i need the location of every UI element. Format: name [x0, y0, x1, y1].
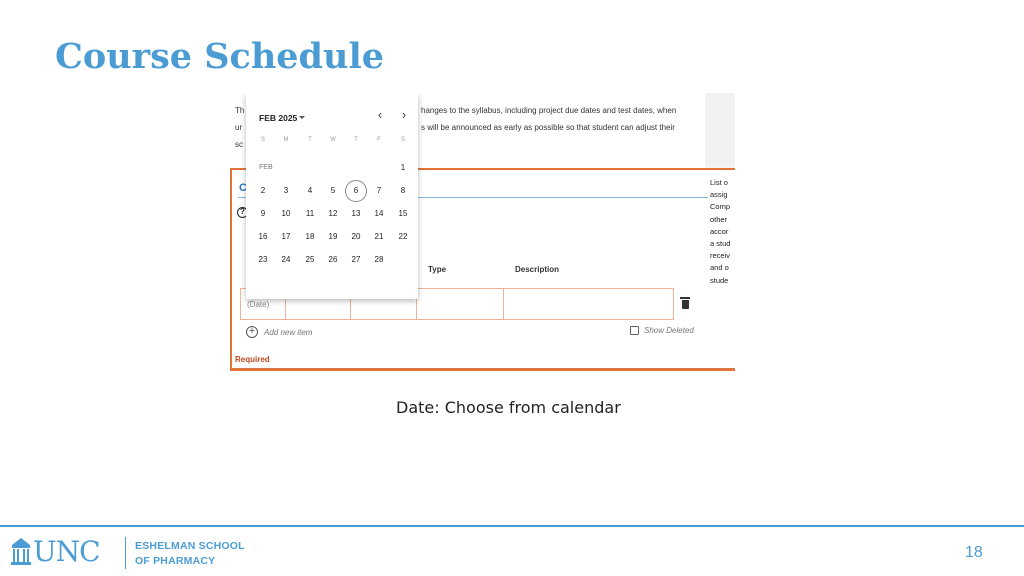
- calendar-day[interactable]: 21: [368, 226, 390, 248]
- calendar-day[interactable]: 20: [345, 226, 367, 248]
- help-line: assig: [710, 190, 728, 200]
- intro-line-1: hanges to the syllabus, including projec…: [421, 106, 677, 115]
- calendar-day[interactable]: 23: [252, 249, 274, 271]
- calendar-day[interactable]: 19: [322, 226, 344, 248]
- calendar-month-label: FEB: [259, 164, 273, 171]
- show-deleted-checkbox[interactable]: [630, 326, 639, 335]
- show-deleted-label: Show Deleted: [644, 326, 694, 335]
- old-well-icon: [11, 537, 31, 565]
- help-line: other: [710, 214, 728, 224]
- calendar-day[interactable]: 10: [275, 203, 297, 225]
- calendar-day[interactable]: 17: [275, 226, 297, 248]
- chevron-left-icon[interactable]: ‹: [373, 107, 387, 123]
- calendar-day[interactable]: 12: [322, 203, 344, 225]
- weekday-label: M: [283, 137, 289, 143]
- calendar-day[interactable]: 24: [275, 249, 297, 271]
- school-name: ESHELMAN SCHOOL OF PHARMACY: [135, 539, 245, 569]
- help-line: a stud: [710, 239, 731, 249]
- trash-icon[interactable]: [680, 297, 690, 309]
- page-number: 18: [965, 544, 983, 561]
- intro-fragment-2: ur: [235, 123, 243, 132]
- form-bottom-border: [230, 369, 735, 371]
- calendar-day[interactable]: 6: [345, 180, 367, 202]
- calendar-day[interactable]: 28: [368, 249, 390, 271]
- column-header-type: Type: [428, 265, 447, 274]
- help-line: receiv: [710, 251, 731, 261]
- calendar-day[interactable]: 13: [345, 203, 367, 225]
- logo-divider: [125, 537, 126, 569]
- calendar-day[interactable]: 5: [322, 180, 344, 202]
- help-line: stude: [710, 275, 729, 285]
- right-gutter: [705, 93, 735, 165]
- weekday-label: T: [308, 137, 312, 143]
- help-line: Comp: [710, 202, 731, 212]
- description-input[interactable]: [503, 288, 674, 320]
- add-new-item-label: Add new item: [264, 327, 313, 337]
- help-line: List o: [710, 178, 728, 187]
- calendar-day[interactable]: 27: [345, 249, 367, 271]
- weekday-label: W: [330, 137, 336, 143]
- column-header-description: Description: [515, 265, 560, 274]
- calendar-day[interactable]: 14: [368, 203, 390, 225]
- intro-fragment-3: sc: [235, 140, 243, 149]
- month-year-selector[interactable]: FEB 2025: [259, 113, 297, 123]
- help-panel: List o assig Comp other accor a stud rec…: [710, 177, 735, 297]
- show-deleted-toggle[interactable]: Show Deleted: [630, 326, 694, 335]
- calendar-day[interactable]: 9: [252, 203, 274, 225]
- trash-body: [681, 300, 689, 309]
- plus-circle-icon: +: [246, 326, 258, 338]
- calendar-day[interactable]: 16: [252, 226, 274, 248]
- school-name-line-1: ESHELMAN SCHOOL: [135, 540, 245, 552]
- intro-fragment-1: Th: [235, 106, 245, 115]
- calendar-day[interactable]: 15: [392, 203, 414, 225]
- date-picker-calendar: FEB 2025 ‹ › S M T W T F S FEB 123456789…: [246, 93, 418, 299]
- calendar-day[interactable]: 3: [275, 180, 297, 202]
- unc-wordmark: UNC: [33, 535, 101, 568]
- required-label: Required: [235, 355, 270, 364]
- weekday-label: S: [400, 137, 405, 143]
- calendar-day[interactable]: 22: [392, 226, 414, 248]
- calendar-day[interactable]: 4: [299, 180, 321, 202]
- add-new-item-button[interactable]: + Add new item: [246, 325, 312, 339]
- type-input[interactable]: [416, 288, 504, 320]
- calendar-day[interactable]: 25: [299, 249, 321, 271]
- help-line: accor: [710, 226, 729, 236]
- unc-logo: UNC: [10, 535, 101, 568]
- footer-divider: [0, 525, 1024, 527]
- slide-caption: Date: Choose from calendar: [396, 398, 621, 417]
- calendar-day[interactable]: 2: [252, 180, 274, 202]
- caret-down-icon[interactable]: [299, 116, 305, 119]
- intro-line-2: s will be announced as early as possible…: [421, 123, 675, 132]
- calendar-day[interactable]: 26: [322, 249, 344, 271]
- slide-title: Course Schedule: [55, 36, 385, 77]
- school-name-line-2: OF PHARMACY: [135, 555, 216, 567]
- chevron-right-icon[interactable]: ›: [397, 107, 411, 123]
- weekday-label: F: [377, 137, 381, 143]
- calendar-day[interactable]: 1: [392, 157, 414, 179]
- weekday-label: S: [260, 137, 265, 143]
- form-screenshot: Th ur sc hanges to the syllabus, includi…: [230, 93, 735, 371]
- calendar-day[interactable]: 7: [368, 180, 390, 202]
- date-placeholder: (Date): [247, 300, 270, 309]
- trash-lid: [680, 297, 690, 299]
- calendar-day[interactable]: 8: [392, 180, 414, 202]
- calendar-day[interactable]: 11: [299, 203, 321, 225]
- calendar-day[interactable]: 18: [299, 226, 321, 248]
- weekday-label: T: [354, 137, 358, 143]
- help-line: and o: [710, 263, 729, 273]
